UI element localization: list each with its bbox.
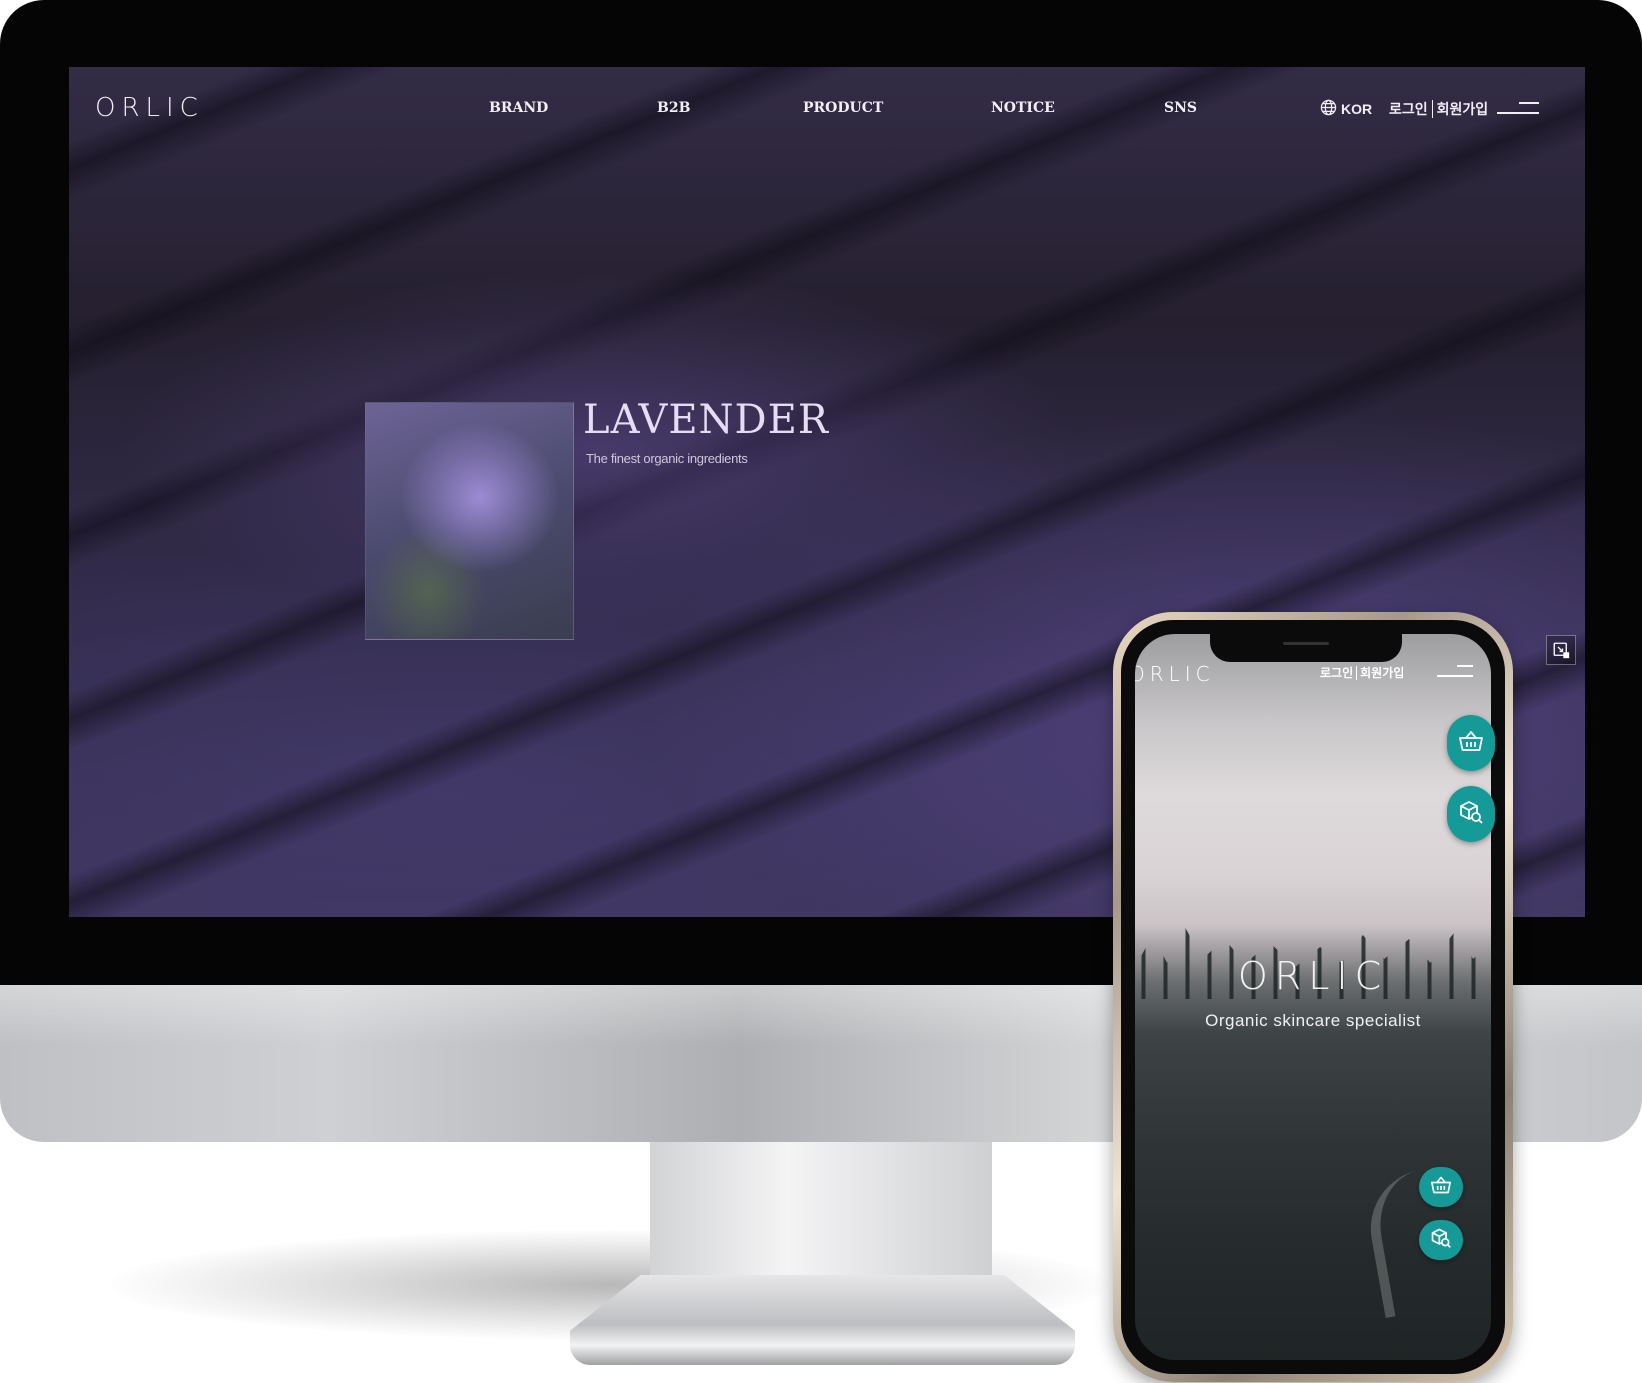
desktop-product-search-button[interactable] bbox=[1447, 786, 1495, 842]
hero-lavender-photo bbox=[365, 402, 574, 640]
signup-link[interactable]: 회원가입 bbox=[1437, 99, 1489, 119]
product-search-icon bbox=[1458, 799, 1484, 830]
expand-icon[interactable] bbox=[1546, 635, 1576, 665]
mobile-menu-icon[interactable] bbox=[1437, 664, 1473, 678]
mobile-auth-links: 로그인 회원가입 bbox=[1320, 664, 1404, 681]
language-label: KOR bbox=[1341, 101, 1373, 117]
language-selector[interactable]: KOR bbox=[1320, 99, 1372, 119]
imac-stand-foot bbox=[570, 1275, 1075, 1365]
hero-title: LAVENDER bbox=[583, 397, 829, 443]
mobile-hero-brand: ORLIC bbox=[1237, 954, 1389, 998]
mobile-screen: ORLIC 로그인 회원가입 ORLIC Organic skincare sp… bbox=[1135, 634, 1491, 1360]
desktop-cart-button[interactable] bbox=[1447, 715, 1495, 771]
hero-subtitle: The finest organic ingredients bbox=[586, 451, 748, 466]
imac-stand-neck bbox=[650, 1142, 992, 1282]
basket-icon bbox=[1458, 729, 1484, 758]
phone-speaker bbox=[1283, 642, 1329, 645]
login-link[interactable]: 로그인 bbox=[1389, 99, 1428, 119]
mobile-cart-button[interactable] bbox=[1419, 1167, 1463, 1207]
mobile-login-link[interactable]: 로그인 bbox=[1320, 664, 1353, 681]
nav-item-product[interactable]: PRODUCT bbox=[803, 100, 883, 116]
basket-icon bbox=[1430, 1175, 1452, 1200]
mobile-hero-tagline: Organic skincare specialist bbox=[1205, 1011, 1421, 1030]
nav-item-notice[interactable]: NOTICE bbox=[991, 100, 1055, 116]
nav-item-b2b[interactable]: B2B bbox=[657, 100, 690, 116]
nav-item-brand[interactable]: BRAND bbox=[489, 100, 548, 116]
desktop-auth-links: 로그인 회원가입 bbox=[1389, 99, 1488, 119]
nav-item-sns[interactable]: SNS bbox=[1164, 100, 1197, 116]
mobile-signup-link[interactable]: 회원가입 bbox=[1360, 664, 1404, 681]
mobile-auth-divider bbox=[1356, 665, 1358, 680]
auth-divider bbox=[1431, 100, 1433, 118]
menu-icon[interactable] bbox=[1497, 100, 1539, 116]
globe-icon bbox=[1320, 99, 1337, 119]
mobile-logo[interactable]: ORLIC bbox=[1135, 662, 1215, 686]
product-search-icon bbox=[1430, 1227, 1452, 1254]
phone-notch bbox=[1210, 634, 1402, 662]
mobile-product-search-button[interactable] bbox=[1419, 1220, 1463, 1260]
